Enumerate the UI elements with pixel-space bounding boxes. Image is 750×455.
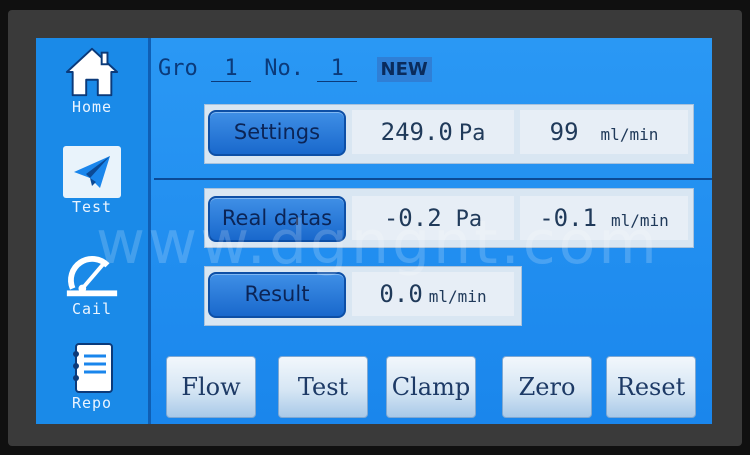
sidebar-item-label: Repo — [71, 394, 113, 412]
real-pressure-display: -0.2 Pa — [352, 196, 514, 240]
test-button[interactable]: Test — [278, 356, 368, 418]
settings-flow-unit: ml/min — [600, 125, 659, 144]
zero-button[interactable]: Zero — [502, 356, 592, 418]
paper-plane-icon — [63, 146, 121, 198]
touch-screen: Home Test Cail Repo Gro 1 No. 1 NEW Sett… — [36, 38, 712, 424]
protractor-icon — [63, 248, 121, 300]
new-button[interactable]: NEW — [376, 57, 432, 82]
real-datas-button[interactable]: Real datas — [208, 196, 346, 242]
sidebar: Home Test Cail Repo — [36, 38, 151, 424]
no-label: No. — [264, 56, 304, 81]
section-divider — [154, 178, 712, 180]
sidebar-item-label: Test — [71, 198, 113, 216]
result-flow-value: 0.0 — [379, 280, 423, 308]
sidebar-item-repo[interactable]: Repo — [36, 342, 148, 412]
settings-pressure-unit: Pa — [458, 121, 486, 146]
result-flow-display: 0.0 ml/min — [352, 272, 514, 316]
sidebar-item-home[interactable]: Home — [36, 46, 148, 116]
settings-pressure-value: 249.0 — [380, 118, 453, 146]
real-pressure-value: -0.2 — [383, 204, 442, 232]
settings-pressure-display: 249.0 Pa — [352, 110, 514, 154]
real-flow-display: -0.1 ml/min — [520, 196, 688, 240]
real-flow-value: -0.1 — [539, 204, 597, 232]
group-label: Gro — [158, 56, 198, 81]
sidebar-item-cail[interactable]: Cail — [36, 248, 148, 318]
real-pressure-unit: Pa — [455, 207, 483, 232]
real-flow-unit: ml/min — [611, 211, 669, 230]
group-value[interactable]: 1 — [211, 56, 251, 82]
notebook-icon — [63, 342, 121, 394]
settings-flow-display: 99 ml/min — [520, 110, 688, 154]
reset-button[interactable]: Reset — [606, 356, 696, 418]
group-number-header: Gro 1 No. 1 NEW — [158, 56, 432, 82]
result-button[interactable]: Result — [208, 272, 346, 318]
result-flow-unit: ml/min — [428, 287, 487, 306]
clamp-button[interactable]: Clamp — [386, 356, 476, 418]
sidebar-item-test[interactable]: Test — [36, 146, 148, 216]
house-icon — [63, 46, 121, 98]
sidebar-item-label: Home — [71, 98, 113, 116]
no-value[interactable]: 1 — [317, 56, 358, 82]
settings-flow-value: 99 — [549, 118, 579, 146]
sidebar-item-label: Cail — [71, 300, 113, 318]
settings-button[interactable]: Settings — [208, 110, 346, 156]
flow-button[interactable]: Flow — [166, 356, 256, 418]
